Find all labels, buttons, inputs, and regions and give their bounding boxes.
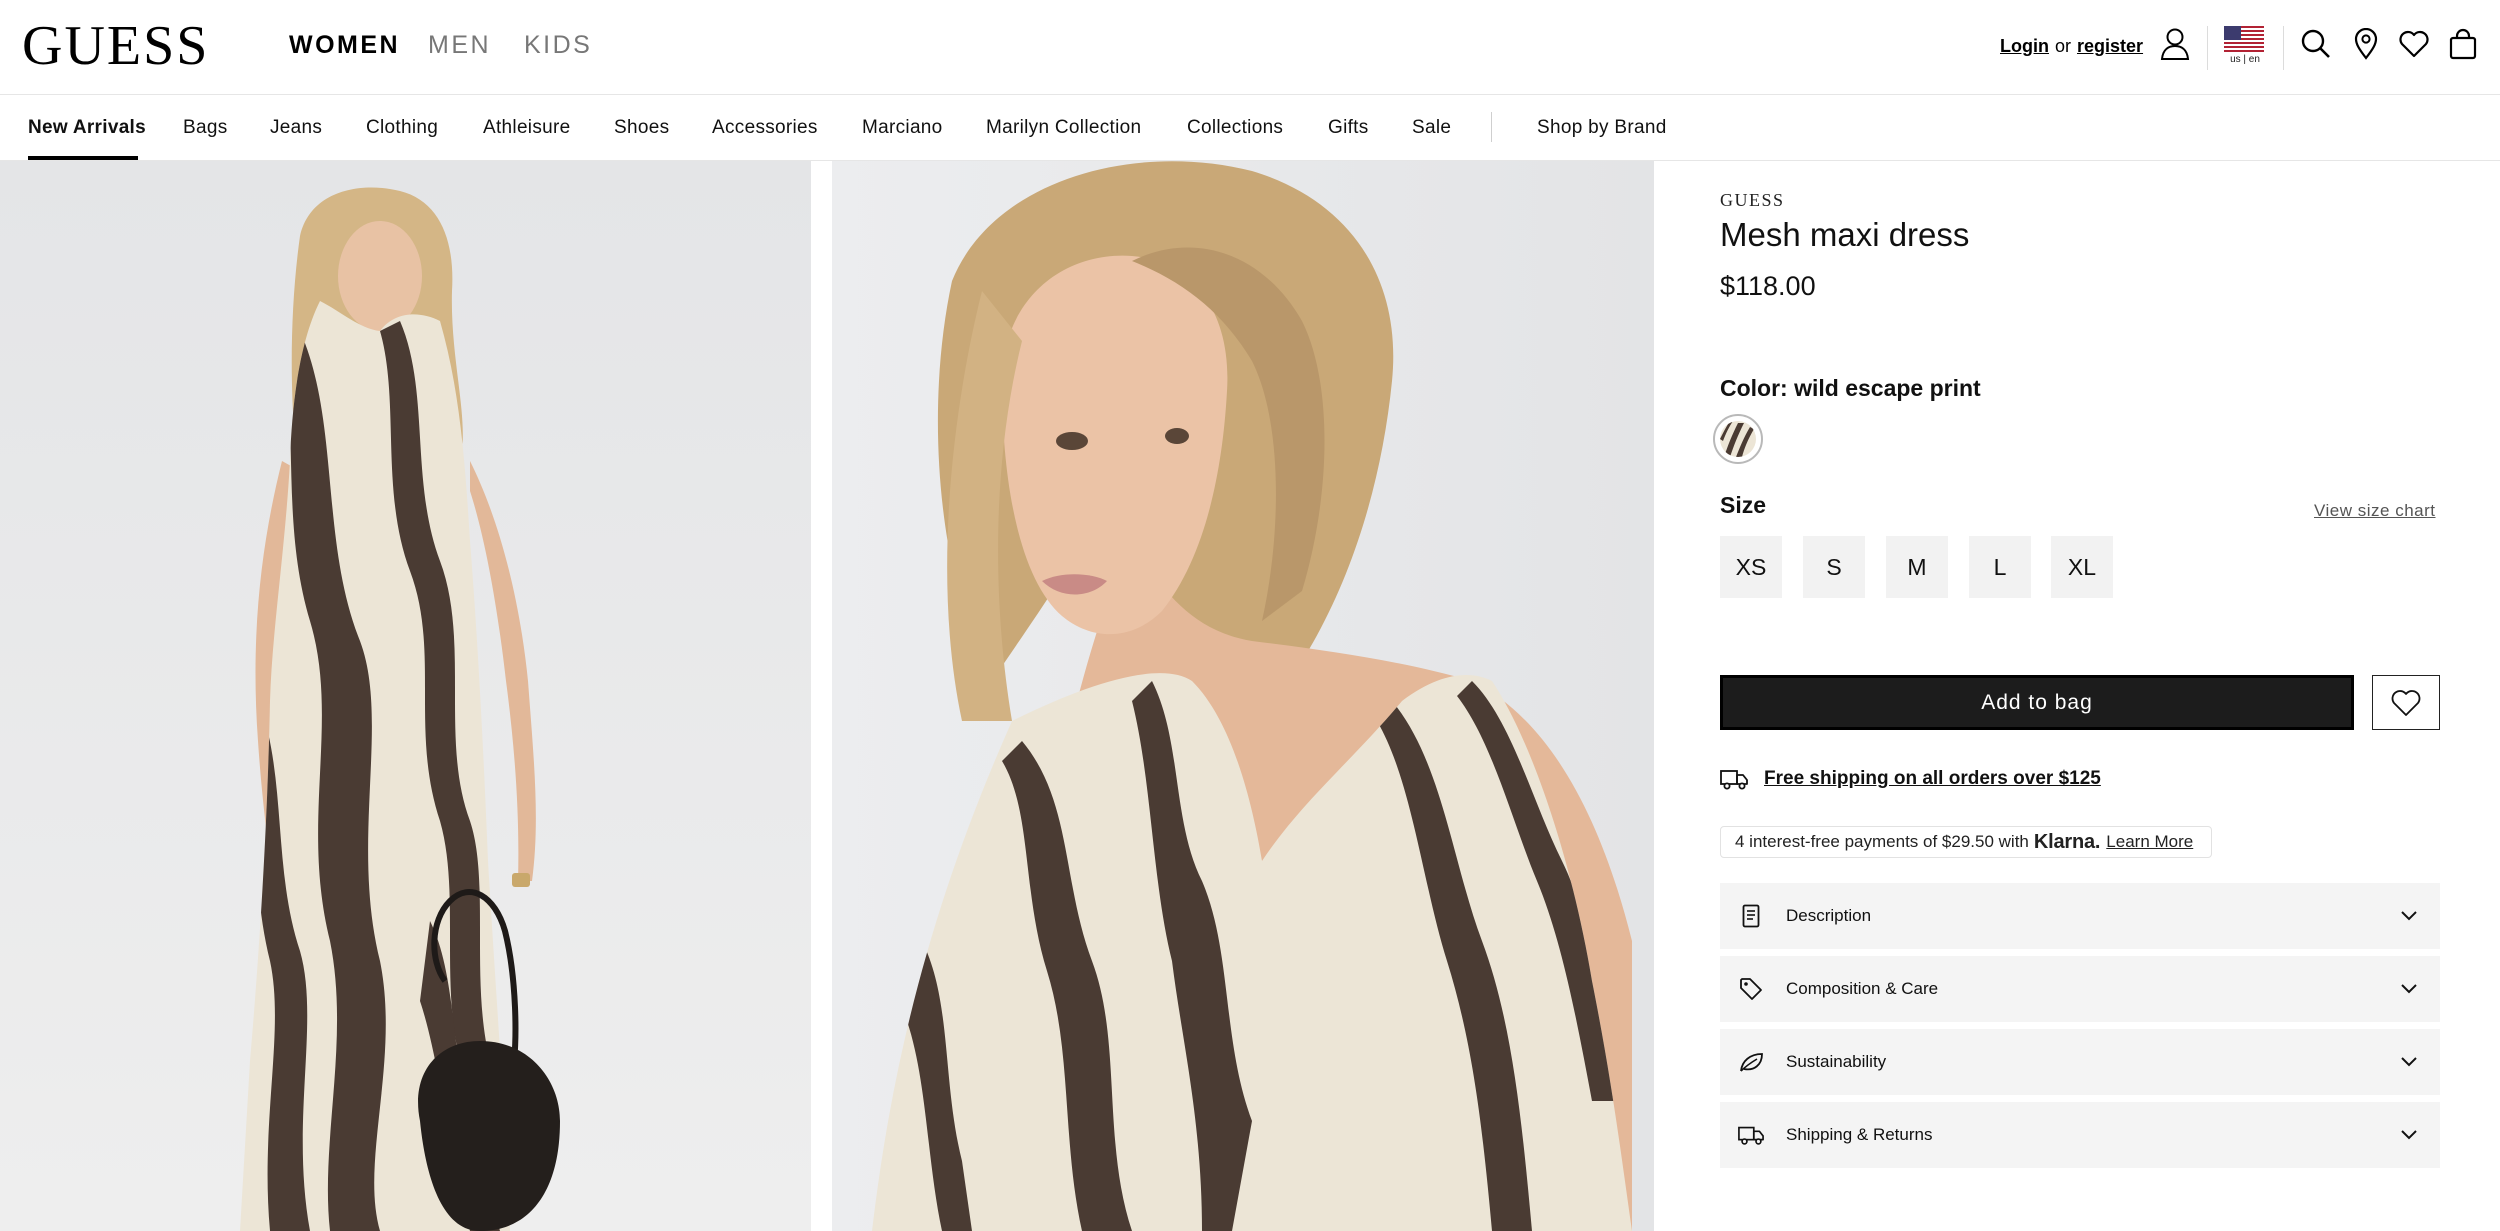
product-image-full-length[interactable] <box>0 161 811 1231</box>
accordion-label: Sustainability <box>1786 1052 1887 1071</box>
locale-label: us | en <box>2230 54 2260 65</box>
free-shipping-link[interactable]: Free shipping on all orders over $125 <box>1764 768 2101 790</box>
chevron-down-icon <box>2398 978 2420 1000</box>
site-header: GUESS WOMEN MEN KIDS Login or register us … <box>0 0 2500 95</box>
accordion-description[interactable]: Description <box>1720 883 2440 949</box>
header-divider <box>2283 26 2284 70</box>
chevron-down-icon <box>2398 1124 2420 1146</box>
product-brand: GUESS <box>1720 190 1785 210</box>
nav-shoes[interactable]: Shoes <box>614 115 669 141</box>
product-image-closeup[interactable] <box>832 161 1654 1231</box>
add-to-wishlist-button[interactable] <box>2372 675 2440 730</box>
accordion-label: Composition & Care <box>1786 979 1939 998</box>
login-link[interactable]: Login <box>2000 36 2049 56</box>
product-title: Mesh maxi dress <box>1720 216 1970 253</box>
or-text: or <box>2054 36 2071 56</box>
size-option-m[interactable]: M <box>1886 536 1948 598</box>
chevron-down-icon <box>2398 905 2420 927</box>
size-option-xs[interactable]: XS <box>1720 536 1782 598</box>
nav-marciano[interactable]: Marciano <box>862 115 943 141</box>
register-link[interactable]: register <box>2077 36 2143 56</box>
wishlist-icon[interactable] <box>2396 26 2432 62</box>
accordion-label: Description <box>1786 906 1872 925</box>
account-icon[interactable] <box>2157 26 2193 62</box>
accordion-sustainability[interactable]: Sustainability <box>1720 1029 2440 1095</box>
accordion-label: Shipping & Returns <box>1786 1125 1933 1144</box>
free-shipping-banner[interactable]: Free shipping on all orders over $125 <box>1720 764 2101 794</box>
add-to-bag-button[interactable]: Add to bag <box>1720 675 2354 730</box>
search-icon[interactable] <box>2298 26 2334 62</box>
locale-selector[interactable]: us | en <box>2224 26 2266 70</box>
nav-divider <box>1491 112 1492 142</box>
active-tab-underline <box>28 156 138 160</box>
shopping-bag-icon[interactable] <box>2445 26 2481 62</box>
heart-icon <box>2391 689 2421 716</box>
nav-shop-by-brand[interactable]: Shop by Brand <box>1537 115 1667 141</box>
auth-links: Login or register <box>2000 34 2143 58</box>
klarna-learn-more-link[interactable]: Learn More <box>2106 832 2193 852</box>
truck-icon <box>1738 1122 1764 1148</box>
klarna-logo: Klarna. <box>2033 830 2101 853</box>
klarna-text: 4 interest-free payments of $29.50 with <box>1735 832 2029 851</box>
view-size-chart-link[interactable]: View size chart <box>2314 500 2436 522</box>
document-icon <box>1738 903 1764 929</box>
size-option-xl[interactable]: XL <box>2051 536 2113 598</box>
guess-logo[interactable]: GUESS <box>22 16 209 76</box>
nav-athleisure[interactable]: Athleisure <box>483 115 571 141</box>
nav-accessories[interactable]: Accessories <box>712 115 818 141</box>
accordion-composition-care[interactable]: Composition & Care <box>1720 956 2440 1022</box>
nav-gifts[interactable]: Gifts <box>1328 115 1369 141</box>
us-flag-icon <box>2224 26 2264 52</box>
category-nav: New Arrivals Bags Jeans Clothing Athleis… <box>0 95 2500 161</box>
tab-men[interactable]: MEN <box>428 30 491 60</box>
store-locator-icon[interactable] <box>2348 26 2384 62</box>
nav-clothing[interactable]: Clothing <box>366 115 438 141</box>
tab-women[interactable]: WOMEN <box>289 30 400 60</box>
size-label: Size <box>1720 492 1767 518</box>
tag-icon <box>1738 976 1764 1002</box>
nav-marilyn-collection[interactable]: Marilyn Collection <box>986 115 1141 141</box>
color-label: Color: wild escape print <box>1720 375 1981 401</box>
nav-sale[interactable]: Sale <box>1412 115 1451 141</box>
nav-collections[interactable]: Collections <box>1187 115 1283 141</box>
truck-icon <box>1720 770 1748 790</box>
header-divider <box>2207 26 2208 70</box>
accordion-shipping-returns[interactable]: Shipping & Returns <box>1720 1102 2440 1168</box>
product-price: $118.00 <box>1720 271 1816 301</box>
swatch-print-pattern <box>1720 421 1756 457</box>
nav-jeans[interactable]: Jeans <box>270 115 322 141</box>
chevron-down-icon <box>2398 1051 2420 1073</box>
color-swatch-wild-escape-print[interactable] <box>1713 414 1763 464</box>
klarna-payment-banner: 4 interest-free payments of $29.50 with … <box>1720 826 2212 858</box>
nav-new-arrivals[interactable]: New Arrivals <box>28 115 146 141</box>
leaf-icon <box>1738 1049 1764 1075</box>
tab-kids[interactable]: KIDS <box>524 30 592 60</box>
size-option-l[interactable]: L <box>1969 536 2031 598</box>
nav-bags[interactable]: Bags <box>183 115 228 141</box>
size-option-s[interactable]: S <box>1803 536 1865 598</box>
